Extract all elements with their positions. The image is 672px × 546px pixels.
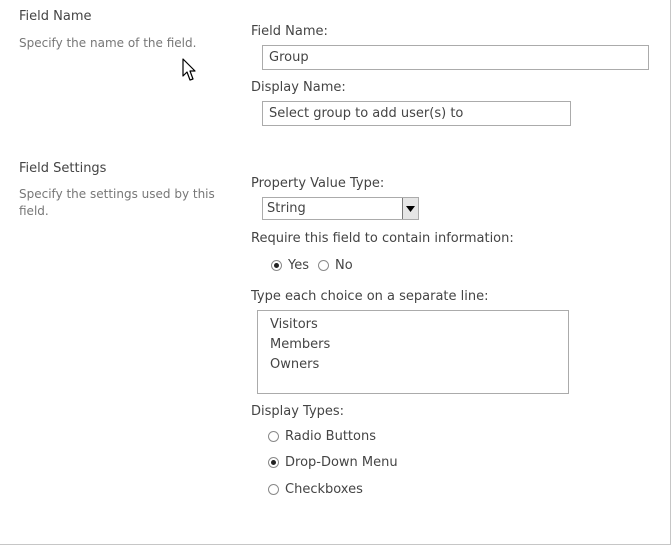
display-type-checkboxes-label: Checkboxes xyxy=(285,482,363,497)
display-type-dropdown-label: Drop-Down Menu xyxy=(285,455,398,470)
display-name-input[interactable]: Select group to add user(s) to xyxy=(262,101,571,126)
choice-line: Visitors xyxy=(270,317,318,332)
display-type-checkboxes-radio[interactable] xyxy=(268,484,279,495)
form-panel: Field Name Specify the name of the field… xyxy=(0,0,671,545)
require-yes-option[interactable]: Yes xyxy=(271,258,309,273)
choices-textarea[interactable]: Visitors Members Owners xyxy=(257,310,569,394)
require-yes-label: Yes xyxy=(288,258,309,273)
choice-line: Owners xyxy=(270,357,320,372)
display-type-radio-buttons-radio[interactable] xyxy=(268,431,279,442)
display-name-label: Display Name: xyxy=(251,80,346,95)
mouse-pointer-icon xyxy=(182,58,196,86)
field-name-input[interactable]: Group xyxy=(262,45,649,70)
field-name-section-description: Specify the name of the field. xyxy=(19,36,197,50)
display-type-checkboxes-option[interactable]: Checkboxes xyxy=(268,482,363,497)
require-no-label: No xyxy=(335,258,353,273)
property-value-type-select[interactable]: String xyxy=(262,197,419,220)
display-types-label: Display Types: xyxy=(251,404,345,419)
choice-line: Members xyxy=(270,337,331,352)
require-no-option[interactable]: No xyxy=(318,258,353,273)
field-name-section-title: Field Name xyxy=(19,9,92,24)
field-name-label: Field Name: xyxy=(251,24,328,39)
field-settings-section-description: Specify the settings used by this field. xyxy=(19,186,215,220)
field-settings-section-title: Field Settings xyxy=(19,161,107,176)
require-no-radio[interactable] xyxy=(318,260,329,271)
display-type-dropdown-option[interactable]: Drop-Down Menu xyxy=(268,455,398,470)
require-yes-radio[interactable] xyxy=(271,260,282,271)
property-value-type-label: Property Value Type: xyxy=(251,176,385,191)
field-settings-description-line-2: field. xyxy=(19,204,49,218)
property-value-type-selected: String xyxy=(267,201,306,216)
display-type-dropdown-radio[interactable] xyxy=(268,457,279,468)
require-field-label: Require this field to contain informatio… xyxy=(251,231,514,246)
choices-label: Type each choice on a separate line: xyxy=(251,289,489,304)
display-type-radio-buttons-label: Radio Buttons xyxy=(285,429,376,444)
display-type-radio-buttons-option[interactable]: Radio Buttons xyxy=(268,429,376,444)
chevron-down-icon[interactable] xyxy=(402,198,418,219)
field-settings-description-line-1: Specify the settings used by this xyxy=(19,187,215,201)
